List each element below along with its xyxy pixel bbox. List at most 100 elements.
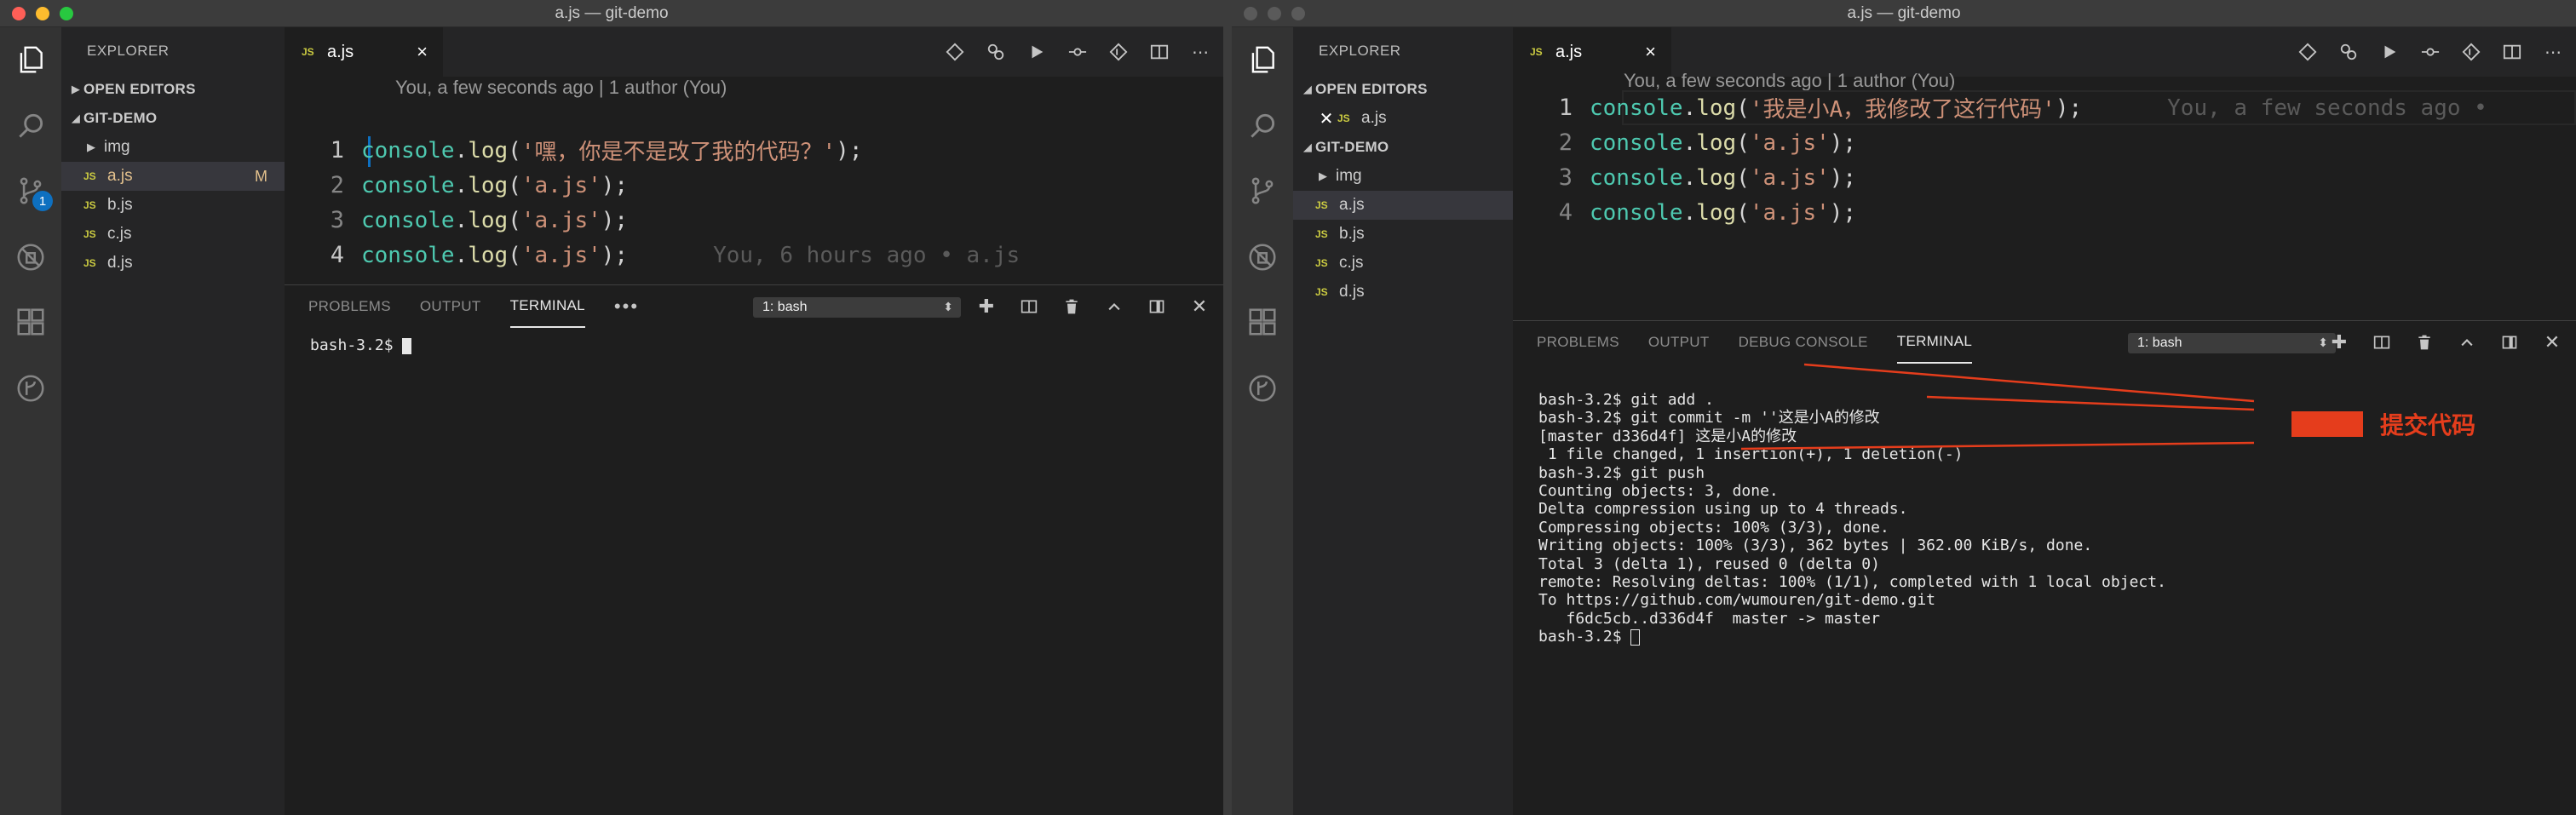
zoom-window-button[interactable] bbox=[60, 7, 73, 20]
source-control-icon[interactable] bbox=[1245, 174, 1279, 208]
commit-icon[interactable] bbox=[2416, 37, 2445, 66]
close-editor-icon[interactable]: ✕ bbox=[1315, 108, 1337, 129]
token: console bbox=[361, 207, 455, 233]
trash-icon[interactable] bbox=[2412, 328, 2436, 357]
more-actions-icon[interactable]: ⋯ bbox=[2539, 37, 2567, 66]
tree-item-img[interactable]: ▶ img bbox=[1293, 162, 1513, 191]
tab-terminal[interactable]: TERMINAL bbox=[509, 285, 585, 328]
close-tab-icon[interactable]: × bbox=[1645, 41, 1656, 63]
open-editors-section[interactable]: ◢ OPEN EDITORS bbox=[1293, 75, 1513, 104]
tab-problems[interactable]: PROBLEMS bbox=[1537, 321, 1619, 364]
line-number: 1 bbox=[330, 137, 344, 164]
token: '嘿，你是不是改了我的代码？' bbox=[520, 140, 837, 165]
search-icon[interactable] bbox=[14, 109, 48, 143]
close-tab-icon[interactable]: × bbox=[417, 41, 428, 63]
open-editors-section[interactable]: ▶ OPEN EDITORS bbox=[61, 75, 285, 104]
project-section[interactable]: ◢ GIT-DEMO bbox=[61, 104, 285, 133]
tab-label: a.js bbox=[1555, 42, 1583, 61]
tree-item-a-js[interactable]: JS a.js bbox=[1293, 191, 1513, 220]
codelens[interactable]: You, a few seconds ago | 1 author (You) bbox=[395, 77, 727, 99]
code-line[interactable]: 2 console. log('a.js'); bbox=[1513, 125, 2576, 160]
tree-item-c-js[interactable]: JS c.js bbox=[1293, 249, 1513, 278]
minimize-window-button[interactable] bbox=[36, 7, 49, 20]
tree-item-c-js[interactable]: JS c.js bbox=[61, 220, 285, 249]
code-editor[interactable]: You, a few seconds ago | 1 author (You) … bbox=[1513, 70, 2576, 346]
close-panel-icon[interactable]: ✕ bbox=[2540, 328, 2564, 357]
explorer-icon[interactable] bbox=[1245, 43, 1279, 77]
close-window-button[interactable] bbox=[1244, 7, 1257, 20]
run-icon[interactable] bbox=[1022, 37, 1051, 66]
run-icon[interactable] bbox=[2375, 37, 2404, 66]
new-terminal-icon[interactable]: ✚ bbox=[2327, 328, 2351, 357]
tab-output[interactable]: OUTPUT bbox=[1648, 321, 1710, 364]
close-window-button[interactable] bbox=[12, 7, 26, 20]
terminal-text: bash-3.2$ bbox=[1538, 628, 1631, 646]
tree-item-b-js[interactable]: JS b.js bbox=[61, 191, 285, 220]
code-line[interactable]: 1 console. log('嘿，你是不是改了我的代码？'); bbox=[285, 133, 1223, 168]
code-line[interactable]: 3 console. log('a.js'); bbox=[285, 203, 1223, 238]
split-editor-icon[interactable] bbox=[1145, 37, 1174, 66]
gitlens-icon[interactable] bbox=[1245, 371, 1279, 405]
project-section[interactable]: ◢ GIT-DEMO bbox=[1293, 133, 1513, 162]
git-history-icon[interactable] bbox=[2457, 37, 2486, 66]
open-changes-icon[interactable] bbox=[981, 37, 1010, 66]
git-compare-icon[interactable] bbox=[940, 37, 969, 66]
new-terminal-icon[interactable]: ✚ bbox=[975, 292, 998, 321]
git-history-icon[interactable] bbox=[1104, 37, 1133, 66]
tree-item-d-js[interactable]: JS d.js bbox=[1293, 278, 1513, 307]
open-changes-icon[interactable] bbox=[2334, 37, 2363, 66]
tree-item-d-js[interactable]: JS d.js bbox=[61, 249, 285, 278]
extensions-icon[interactable] bbox=[14, 305, 48, 339]
js-file-icon: JS bbox=[1315, 228, 1328, 240]
tab-terminal[interactable]: TERMINAL bbox=[1896, 321, 1973, 364]
more-icon[interactable]: ••• bbox=[614, 296, 639, 318]
editor-actions: ⋯ bbox=[2293, 27, 2567, 77]
line-number: 1 bbox=[1558, 95, 1573, 121]
tree-item-label: img bbox=[104, 138, 130, 156]
tab-output[interactable]: OUTPUT bbox=[420, 285, 481, 328]
code-editor[interactable]: You, a few seconds ago | 1 author (You) … bbox=[285, 77, 1223, 308]
tab-problems[interactable]: PROBLEMS bbox=[308, 285, 391, 328]
git-compare-icon[interactable] bbox=[2293, 37, 2322, 66]
tree-item-b-js[interactable]: JS b.js bbox=[1293, 220, 1513, 249]
code-line[interactable]: 2 console. log('a.js'); bbox=[285, 168, 1223, 203]
search-icon[interactable] bbox=[1245, 109, 1279, 143]
code-line[interactable]: 4 console. log('a.js'); You, 6 hours ago • … bbox=[285, 238, 1223, 273]
trash-icon[interactable] bbox=[1060, 292, 1084, 321]
tab-a-js[interactable]: JS a.js × bbox=[285, 27, 443, 77]
zoom-window-button[interactable] bbox=[1291, 7, 1305, 20]
code-line[interactable]: 3 console. log('a.js'); bbox=[1513, 160, 2576, 195]
tree-item-a-js[interactable]: JS a.js M bbox=[61, 162, 285, 191]
toggle-panel-icon[interactable] bbox=[2498, 328, 2521, 357]
open-editor-a-js[interactable]: ✕ JS a.js bbox=[1293, 104, 1513, 133]
more-actions-icon[interactable]: ⋯ bbox=[1186, 37, 1215, 66]
gitlens-icon[interactable] bbox=[14, 371, 48, 405]
token: console bbox=[361, 137, 455, 164]
maximize-panel-icon[interactable] bbox=[2455, 328, 2479, 357]
extensions-icon[interactable] bbox=[1245, 305, 1279, 339]
split-terminal-icon[interactable] bbox=[1017, 292, 1041, 321]
split-editor-icon[interactable] bbox=[2498, 37, 2527, 66]
token: log bbox=[468, 137, 509, 164]
toggle-panel-icon[interactable] bbox=[1145, 292, 1169, 321]
code-line[interactable]: 4 console. log('a.js'); bbox=[1513, 195, 2576, 230]
debug-icon[interactable] bbox=[1245, 240, 1279, 274]
token: console bbox=[1590, 95, 1683, 121]
maximize-panel-icon[interactable] bbox=[1102, 292, 1126, 321]
terminal-select[interactable]: 1: bash ⬍ bbox=[2128, 333, 2336, 353]
codelens[interactable]: You, a few seconds ago | 1 author (You) bbox=[1624, 70, 1955, 92]
debug-icon[interactable] bbox=[14, 240, 48, 274]
terminal-select[interactable]: 1: bash ⬍ bbox=[753, 297, 961, 318]
commit-icon[interactable] bbox=[1063, 37, 1092, 66]
explorer-icon[interactable] bbox=[14, 43, 48, 77]
close-panel-icon[interactable]: ✕ bbox=[1187, 292, 1211, 321]
window-title: a.js — git-demo bbox=[555, 3, 669, 22]
code-line[interactable]: 1 console. log('我是小A，我修改了这行代码'); You, a few… bbox=[1513, 90, 2576, 125]
terminal-output[interactable]: bash-3.2$ bbox=[310, 336, 1223, 354]
chevron-right-icon: ▶ bbox=[1319, 169, 1327, 182]
tab-debug-console[interactable]: DEBUG CONSOLE bbox=[1739, 321, 1868, 364]
minimize-window-button[interactable] bbox=[1268, 7, 1281, 20]
source-control-icon[interactable]: 1 bbox=[14, 174, 53, 211]
split-terminal-icon[interactable] bbox=[2370, 328, 2394, 357]
tree-item-img[interactable]: ▶ img bbox=[61, 133, 285, 162]
